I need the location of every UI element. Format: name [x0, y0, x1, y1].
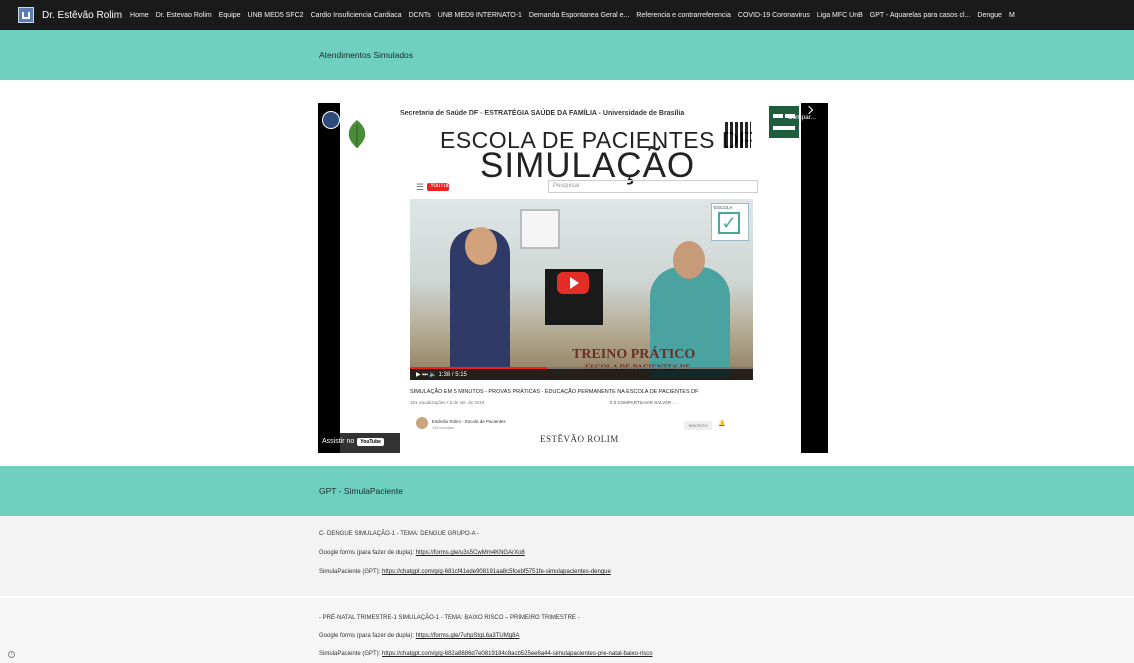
nav-item-dcnts[interactable]: DCNTs — [409, 12, 431, 19]
bell-icon: 🔔 — [718, 421, 726, 427]
treino-title: TREINO PRÁTICO — [572, 347, 696, 362]
section-title-gpt: GPT - SimulaPaciente — [319, 486, 403, 496]
controls-volume-icon[interactable]: 🔈 — [429, 372, 436, 378]
video-controls[interactable]: ▶ ⏭ 🔈 1:38 / 5:15 — [410, 369, 753, 380]
watch-on-youtube-button[interactable]: Assistir no YouTube — [318, 433, 400, 453]
prenatal-forms-link[interactable]: https://forms.gle/7uhpStqL6a3TUMg8A — [416, 633, 520, 639]
dengue-forms-line: Google forms (para fazer de dupla): http… — [319, 550, 525, 556]
section-header-gpt: GPT - SimulaPaciente — [0, 466, 1134, 516]
info-icon[interactable]: i — [8, 651, 15, 658]
dengue-heading: C- DENGUE SIMULAÇÃO-1 - TEMA: DENGUE GRU… — [319, 531, 479, 537]
section-header-atendimentos: Atendimentos Simulados — [0, 30, 1134, 80]
nav-item-dr-estevao-rolim[interactable]: Dr. Estevao Rolim — [156, 12, 212, 19]
checkmark-icon: ✓ — [718, 212, 740, 234]
channel-name: Estêvão Rolim - Escola de Pacientes — [432, 419, 506, 424]
prenatal-forms-line: Google forms (para fazer de dupla): http… — [319, 633, 519, 639]
inscrito-badge: INSCRITO — [684, 421, 712, 430]
forms-label: Google forms (para fazer de dupla): — [319, 550, 416, 556]
controls-next-icon[interactable]: ⏭ — [422, 372, 427, 378]
nav-item-dengue[interactable]: Dengue — [977, 12, 1002, 19]
nav-item-unb-med5-sfc2[interactable]: UNB MED5 SFC2 — [248, 12, 304, 19]
site-name[interactable]: Dr. Estêvão Rolim — [42, 10, 122, 21]
nav-item-equipe[interactable]: Equipe — [219, 12, 241, 19]
play-button-icon[interactable] — [557, 272, 589, 294]
wall-poster — [520, 209, 560, 249]
prenatal-gpt-line: SimulaPaciente (GPT): https://chatgpt.co… — [319, 651, 653, 657]
dengue-gpt-link[interactable]: https://chatgpt.com/g/g-681cf41ede908191… — [382, 569, 611, 575]
youtube-brand: YouTube — [357, 438, 384, 446]
watch-label: Assistir no — [322, 438, 355, 445]
badge-text: ESCOLA — [714, 205, 733, 210]
video-thumbnail[interactable]: Secretaria de Saúde DF - ESTRATÉGIA SAÚD… — [340, 103, 801, 453]
person-left-head — [465, 227, 497, 265]
nav-item-demanda-espontanea[interactable]: Demanda Espontanea Geral e... — [529, 12, 629, 19]
nav-item-unb-med9-internato[interactable]: UNB MED9 INTERNATO-1 — [438, 12, 522, 19]
unb-logo-icon — [769, 106, 799, 138]
youtube-logo-text: YouTube — [430, 183, 454, 189]
nav-item-home[interactable]: Home — [130, 12, 149, 19]
video-frame[interactable]: ESCOLA ✓ TREINO PRÁTICO ESCOLA DE PACIEN… — [410, 199, 753, 380]
qr-code-icon — [725, 122, 751, 148]
youtube-video-embed[interactable]: Secretaria de Saúde DF - ESTRATÉGIA SAÚD… — [318, 103, 828, 453]
menu-icon: ☰ — [416, 182, 425, 192]
inner-video-meta: 181 visualizações • 8 de set. de 2019 — [410, 400, 485, 405]
video-author: ESTÊVÃO ROLIM — [540, 434, 619, 444]
channel-icon[interactable] — [322, 111, 340, 129]
inner-video-title: SIMULAÇÃO EM 5 MINUTOS - PROVAS PRÁTICAS… — [410, 389, 699, 395]
gpt-label: SimulaPaciente (GPT): — [319, 651, 383, 657]
controls-play-icon[interactable]: ▶ — [416, 372, 421, 378]
escola-badge: ESCOLA ✓ — [711, 203, 749, 241]
person-right-head — [673, 241, 705, 279]
leaf-logo-icon — [348, 120, 366, 148]
youtube-mini-header: ☰ YouTube Pesquisar — [402, 180, 758, 194]
inner-video-actions: 5 0 COMPARTILHAR SALVAR ... — [610, 400, 677, 405]
section-title: Atendimentos Simulados — [319, 50, 414, 60]
dengue-block: C- DENGUE SIMULAÇÃO-1 - TEMA: DENGUE GRU… — [0, 516, 1134, 596]
controls-time: 1:38 / 5:15 — [438, 372, 467, 378]
share-icon[interactable] — [804, 105, 814, 115]
prenatal-block: - PRÉ-NATAL TRIMESTRE-1 SIMULAÇÃO-1 - TE… — [0, 598, 1134, 663]
dengue-gpt-line: SimulaPaciente (GPT): https://chatgpt.co… — [319, 569, 611, 575]
channel-subscribers: 115 inscritos — [432, 425, 455, 430]
gpt-label: SimulaPaciente (GPT): — [319, 569, 383, 575]
dengue-forms-link[interactable]: https://forms.gle/u3s5CwMm4KNGArXo8 — [416, 550, 525, 556]
share-button[interactable]: Compar... — [788, 114, 816, 121]
nav-item-more[interactable]: M — [1009, 12, 1015, 19]
channel-avatar — [416, 417, 428, 429]
forms-label: Google forms (para fazer de dupla): — [319, 633, 416, 639]
nav-item-liga-mfc[interactable]: Liga MFC UnB — [817, 12, 863, 19]
prenatal-heading: - PRÉ-NATAL TRIMESTRE-1 SIMULAÇÃO-1 - TE… — [319, 615, 580, 621]
top-navigation: Dr. Estêvão Rolim Home Dr. Estevao Rolim… — [0, 0, 1134, 30]
nav-item-gpt-aquarelas[interactable]: GPT - Aquarelas para casos cl... — [870, 12, 971, 19]
video-title[interactable]: SIMULAÇÕES EM 5 MINUTOS - PROVAS PRÁTICA… — [344, 114, 502, 121]
nav-item-referencia[interactable]: Referencia e contrarreferencia — [636, 12, 731, 19]
nav-item-covid[interactable]: COVID-19 Coronavirus — [738, 12, 810, 19]
nav-item-cardio[interactable]: Cardio Insuficiencia Cardiaca — [311, 12, 402, 19]
prenatal-gpt-link[interactable]: https://chatgpt.com/g/g-682a8886d7e08191… — [382, 651, 653, 657]
site-logo-icon[interactable] — [18, 7, 34, 23]
youtube-search-box: Pesquisar — [548, 180, 758, 193]
